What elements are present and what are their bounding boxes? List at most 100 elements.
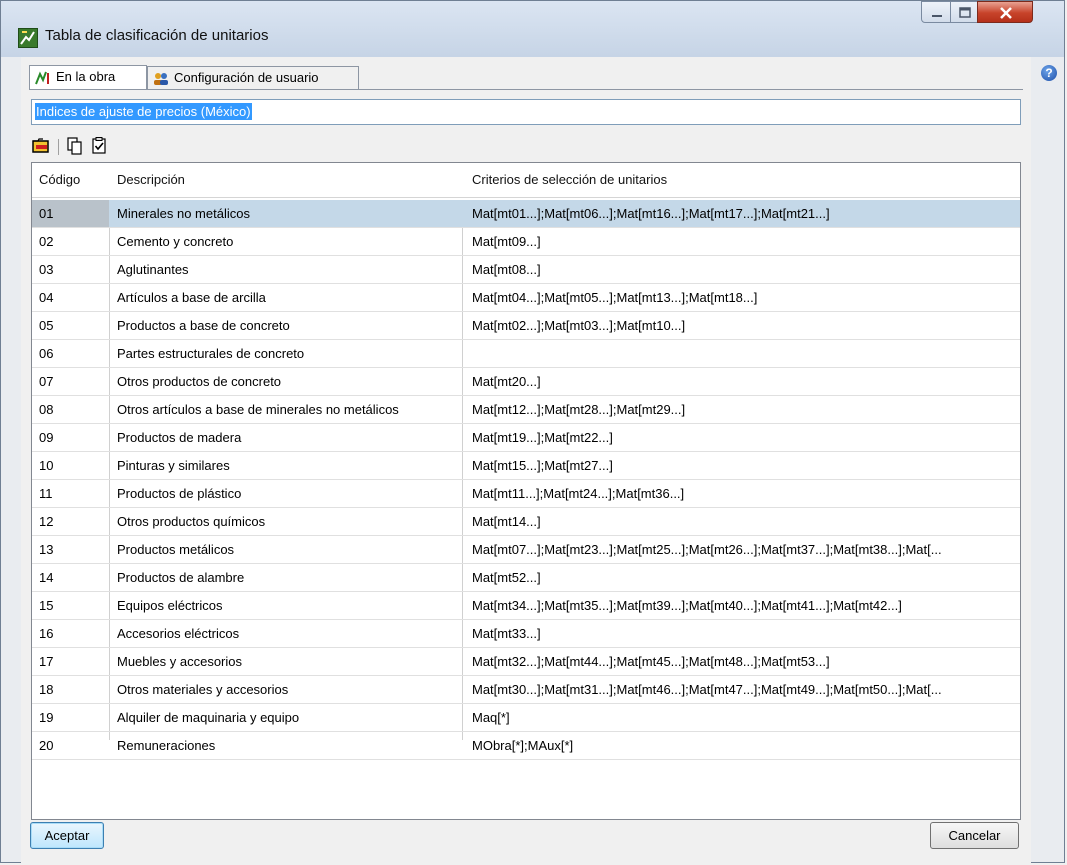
table-row[interactable]: 17 Muebles y accesorios Mat[mt32...];Mat[m… [32, 648, 1020, 676]
cell-descripcion[interactable]: Productos metálicos [117, 536, 459, 563]
cell-codigo[interactable]: 03 [39, 256, 99, 283]
table-row[interactable]: 15 Equipos eléctricos Mat[mt34...];Mat[mt3… [32, 592, 1020, 620]
help-icon[interactable]: ? [1041, 65, 1057, 81]
tab-en-la-obra[interactable]: En la obra [29, 65, 147, 90]
cell-descripcion[interactable]: Cemento y concreto [117, 228, 459, 255]
cell-criterios[interactable]: Maq[*] [472, 704, 1010, 731]
cell-criterios[interactable]: Mat[mt34...];Mat[mt35...];Mat[mt39...];M… [472, 592, 1010, 619]
cell-criterios[interactable]: Mat[mt32...];Mat[mt44...];Mat[mt45...];M… [472, 648, 1010, 675]
cell-codigo[interactable]: 12 [39, 508, 99, 535]
cell-descripcion[interactable]: Productos de madera [117, 424, 459, 451]
name-field[interactable]: Indices de ajuste de precios (México) [31, 99, 1021, 125]
cell-descripcion[interactable]: Artículos a base de arcilla [117, 284, 459, 311]
column-header-codigo[interactable]: Código [39, 172, 80, 187]
title-bar[interactable]: Tabla de clasificación de unitarios [1, 1, 1064, 57]
cell-codigo[interactable]: 08 [39, 396, 99, 423]
table-row[interactable]: 04 Artículos a base de arcilla Mat[mt04...… [32, 284, 1020, 312]
cell-codigo[interactable]: 18 [39, 676, 99, 703]
table-row[interactable]: 02 Cemento y concreto Mat[mt09...] [32, 228, 1020, 256]
cell-descripcion[interactable]: Otros productos químicos [117, 508, 459, 535]
cell-criterios[interactable]: Mat[mt01...];Mat[mt06...];Mat[mt16...];M… [472, 200, 1010, 227]
cell-descripcion[interactable]: Partes estructurales de concreto [117, 340, 459, 367]
classification-table[interactable]: Código Descripción Criterios de selecció… [31, 162, 1021, 820]
dialog-window: Tabla de clasificación de unitarios ? En… [0, 0, 1065, 863]
tab-divider [29, 89, 1023, 90]
accept-button[interactable]: Aceptar [30, 822, 104, 849]
cell-criterios[interactable]: Mat[mt19...];Mat[mt22...] [472, 424, 1010, 451]
cell-descripcion[interactable]: Pinturas y similares [117, 452, 459, 479]
cell-criterios[interactable]: MObra[*];MAux[*] [472, 732, 1010, 759]
cell-criterios[interactable]: Mat[mt07...];Mat[mt23...];Mat[mt25...];M… [472, 536, 1010, 563]
cell-codigo[interactable]: 19 [39, 704, 99, 731]
tab-configuracion-usuario[interactable]: Configuración de usuario [147, 66, 359, 90]
cell-criterios[interactable]: Mat[mt09...] [472, 228, 1010, 255]
cell-criterios[interactable]: Mat[mt15...];Mat[mt27...] [472, 452, 1010, 479]
cell-codigo[interactable]: 07 [39, 368, 99, 395]
column-header-descripcion[interactable]: Descripción [117, 172, 185, 187]
table-row[interactable]: 11 Productos de plástico Mat[mt11...];Mat[… [32, 480, 1020, 508]
cell-descripcion[interactable]: Alquiler de maquinaria y equipo [117, 704, 459, 731]
cell-descripcion[interactable]: Otros materiales y accesorios [117, 676, 459, 703]
cell-descripcion[interactable]: Aglutinantes [117, 256, 459, 283]
cell-descripcion[interactable]: Productos a base de concreto [117, 312, 459, 339]
table-row[interactable]: 03 Aglutinantes Mat[mt08...] [32, 256, 1020, 284]
minimize-button[interactable] [921, 1, 951, 23]
table-row[interactable]: 12 Otros productos químicos Mat[mt14...] [32, 508, 1020, 536]
table-row[interactable]: 20 Remuneraciones MObra[*];MAux[*] [32, 732, 1020, 760]
open-folder-icon[interactable] [31, 136, 51, 156]
cell-criterios[interactable]: Mat[mt14...] [472, 508, 1010, 535]
cell-criterios[interactable]: Mat[mt08...] [472, 256, 1010, 283]
cell-criterios[interactable]: Mat[mt11...];Mat[mt24...];Mat[mt36...] [472, 480, 1010, 507]
cell-criterios[interactable]: Mat[mt20...] [472, 368, 1010, 395]
copy-icon[interactable] [65, 136, 85, 156]
table-row[interactable]: 06 Partes estructurales de concreto [32, 340, 1020, 368]
table-row[interactable]: 16 Accesorios eléctricos Mat[mt33...] [32, 620, 1020, 648]
table-row[interactable]: 01 Minerales no metálicos Mat[mt01...];Mat… [32, 200, 1020, 228]
column-header-criterios[interactable]: Criterios de selección de unitarios [472, 172, 667, 187]
cell-descripcion[interactable]: Remuneraciones [117, 732, 459, 759]
cell-criterios[interactable]: Mat[mt02...];Mat[mt03...];Mat[mt10...] [472, 312, 1010, 339]
cancel-button[interactable]: Cancelar [930, 822, 1019, 849]
cell-descripcion[interactable]: Otros productos de concreto [117, 368, 459, 395]
table-row[interactable]: 19 Alquiler de maquinaria y equipo Maq[*] [32, 704, 1020, 732]
cell-descripcion[interactable]: Muebles y accesorios [117, 648, 459, 675]
table-row[interactable]: 07 Otros productos de concreto Mat[mt20...… [32, 368, 1020, 396]
cell-codigo[interactable]: 02 [39, 228, 99, 255]
cell-codigo[interactable]: 06 [39, 340, 99, 367]
cell-criterios[interactable]: Mat[mt30...];Mat[mt31...];Mat[mt46...];M… [472, 676, 1010, 703]
table-row[interactable]: 09 Productos de madera Mat[mt19...];Mat[mt… [32, 424, 1020, 452]
cell-criterios[interactable]: Mat[mt52...] [472, 564, 1010, 591]
cell-codigo[interactable]: 10 [39, 452, 99, 479]
cell-codigo[interactable]: 01 [39, 200, 99, 227]
cell-codigo[interactable]: 11 [39, 480, 99, 507]
cell-descripcion[interactable]: Equipos eléctricos [117, 592, 459, 619]
cell-codigo[interactable]: 04 [39, 284, 99, 311]
cell-descripcion[interactable]: Productos de plástico [117, 480, 459, 507]
table-row[interactable]: 08 Otros artículos a base de minerales no… [32, 396, 1020, 424]
cell-codigo[interactable]: 14 [39, 564, 99, 591]
table-row[interactable]: 14 Productos de alambre Mat[mt52...] [32, 564, 1020, 592]
cell-descripcion[interactable]: Otros artículos a base de minerales no m… [117, 396, 459, 423]
cell-criterios[interactable]: Mat[mt04...];Mat[mt05...];Mat[mt13...];M… [472, 284, 1010, 311]
cell-criterios[interactable]: Mat[mt12...];Mat[mt28...];Mat[mt29...] [472, 396, 1010, 423]
cell-codigo[interactable]: 05 [39, 312, 99, 339]
cell-descripcion[interactable]: Accesorios eléctricos [117, 620, 459, 647]
cell-criterios[interactable] [472, 340, 1010, 367]
table-row[interactable]: 10 Pinturas y similares Mat[mt15...];Mat[m… [32, 452, 1020, 480]
tab-label: En la obra [56, 69, 116, 84]
cell-descripcion[interactable]: Productos de alambre [117, 564, 459, 591]
cell-codigo[interactable]: 20 [39, 732, 99, 759]
cell-descripcion[interactable]: Minerales no metálicos [117, 200, 459, 227]
cell-criterios[interactable]: Mat[mt33...] [472, 620, 1010, 647]
cell-codigo[interactable]: 15 [39, 592, 99, 619]
cell-codigo[interactable]: 17 [39, 648, 99, 675]
checklist-icon[interactable] [89, 136, 109, 156]
cell-codigo[interactable]: 13 [39, 536, 99, 563]
cell-codigo[interactable]: 09 [39, 424, 99, 451]
table-row[interactable]: 05 Productos a base de concreto Mat[mt02..… [32, 312, 1020, 340]
table-row[interactable]: 13 Productos metálicos Mat[mt07...];Mat[mt… [32, 536, 1020, 564]
cell-codigo[interactable]: 16 [39, 620, 99, 647]
maximize-button[interactable] [950, 1, 978, 23]
close-button[interactable] [977, 1, 1033, 23]
table-row[interactable]: 18 Otros materiales y accesorios Mat[mt30.… [32, 676, 1020, 704]
